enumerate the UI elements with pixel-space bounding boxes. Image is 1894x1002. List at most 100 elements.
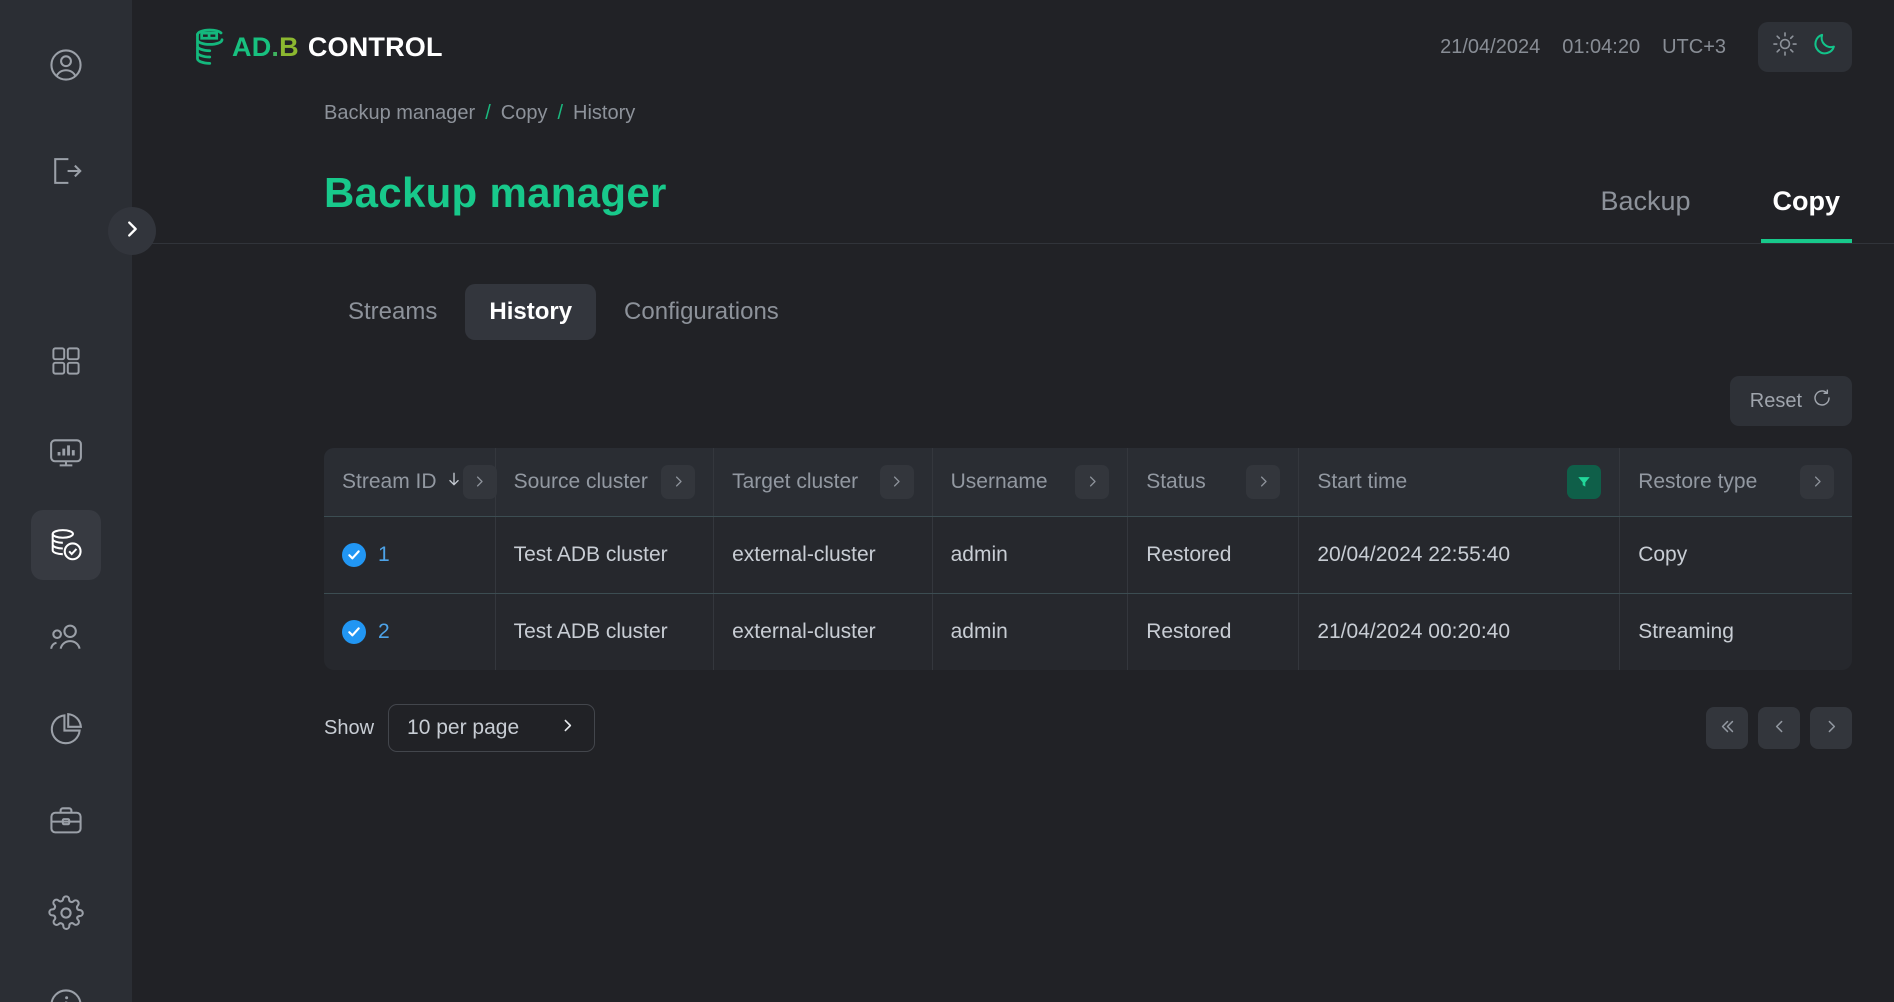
column-header-status[interactable]: Status xyxy=(1127,448,1300,517)
column-header-restore-type[interactable]: Restore type xyxy=(1619,448,1852,517)
chevron-right-icon xyxy=(1823,718,1840,738)
pie-chart-icon xyxy=(47,710,85,748)
column-header-username[interactable]: Username xyxy=(932,448,1129,517)
chevron-right-icon xyxy=(477,476,483,487)
tab-history[interactable]: History xyxy=(465,284,597,340)
main-area: AD.B CONTROL 21/04/2024 01:04:20 UTC+3 B… xyxy=(132,0,1894,1002)
info-icon xyxy=(47,986,85,1002)
tab-copy[interactable]: Copy xyxy=(1760,186,1852,243)
funnel-icon xyxy=(1578,476,1590,487)
sidebar-item-settings[interactable] xyxy=(31,878,101,948)
app-root: AD.B CONTROL 21/04/2024 01:04:20 UTC+3 B… xyxy=(0,0,1894,1002)
breadcrumb-item-0[interactable]: Backup manager xyxy=(324,102,475,125)
sidebar-item-reports[interactable] xyxy=(31,694,101,764)
monitor-chart-icon xyxy=(47,434,85,472)
cell-stream-id: 1 xyxy=(324,516,496,594)
column-filter-start-time[interactable] xyxy=(1567,464,1602,499)
refresh-ccw-icon xyxy=(1812,388,1832,414)
logo-text-dot: . xyxy=(271,31,280,62)
column-filter-target-cluster[interactable] xyxy=(879,464,914,499)
grid-icon xyxy=(48,343,84,379)
column-filter-stream-id[interactable] xyxy=(462,464,497,499)
logo-text-ad: AD xyxy=(232,31,272,62)
cell-source-cluster: Test ADB cluster xyxy=(495,516,715,594)
logout-icon xyxy=(47,152,85,190)
column-header-stream-id[interactable]: Stream ID xyxy=(324,448,497,517)
reset-button[interactable]: Reset xyxy=(1729,376,1852,426)
column-header-start-time[interactable]: Start time xyxy=(1298,448,1621,517)
column-filter-restore-type[interactable] xyxy=(1800,464,1834,499)
chevron-right-icon xyxy=(894,476,900,487)
sidebar-item-about[interactable] xyxy=(31,970,101,1002)
column-header-target-cluster[interactable]: Target cluster xyxy=(713,448,933,517)
sun-icon[interactable] xyxy=(1772,31,1798,63)
cell-target-cluster: external-cluster xyxy=(713,593,933,670)
current-time: 01:04:20 xyxy=(1562,35,1641,58)
table-row[interactable]: 1 Test ADB cluster external-cluster admi… xyxy=(324,516,1852,594)
column-filter-username[interactable] xyxy=(1075,464,1110,499)
check-circle-icon xyxy=(342,542,366,567)
sidebar-item-dashboard[interactable] xyxy=(31,326,101,396)
sidebar-item-logout[interactable] xyxy=(31,136,101,206)
table-row[interactable]: 2 Test ADB cluster external-cluster admi… xyxy=(324,593,1852,670)
sidebar-nav xyxy=(31,326,101,1002)
sidebar-item-jobs[interactable] xyxy=(31,786,101,856)
history-table-container: Stream ID Source cluster Target cluster … xyxy=(132,448,1894,670)
breadcrumb-item-1[interactable]: Copy xyxy=(501,102,548,125)
tab-backup[interactable]: Backup xyxy=(1588,186,1702,243)
theme-toggle[interactable] xyxy=(1758,22,1852,72)
prev-page-button[interactable] xyxy=(1758,707,1800,749)
table-head: Stream ID Source cluster Target cluster … xyxy=(324,448,1852,517)
table-header-row: Stream ID Source cluster Target cluster … xyxy=(324,448,1852,517)
current-date: 21/04/2024 xyxy=(1440,35,1541,58)
briefcase-icon xyxy=(47,802,85,840)
sidebar-item-backup-manager[interactable] xyxy=(31,510,101,580)
column-label: Status xyxy=(1146,469,1206,493)
page-title: Backup manager xyxy=(324,169,667,216)
column-label: Source cluster xyxy=(513,469,648,493)
pagination xyxy=(1706,707,1852,749)
chevron-right-icon xyxy=(675,476,682,487)
cell-start-time: 20/04/2024 22:55:40 xyxy=(1298,516,1621,594)
cell-start-time: 21/04/2024 00:20:40 xyxy=(1298,593,1621,670)
timezone-label: UTC+3 xyxy=(1662,35,1726,58)
arrow-down-icon[interactable] xyxy=(445,470,463,494)
sidebar-item-user-profile[interactable] xyxy=(31,30,101,100)
cell-username: admin xyxy=(932,516,1129,594)
chevron-left-icon xyxy=(1771,718,1788,738)
next-page-button[interactable] xyxy=(1810,707,1852,749)
chevron-right-icon xyxy=(121,218,143,245)
left-sidebar xyxy=(0,0,156,1002)
per-page-value: 10 per page xyxy=(407,716,520,739)
check-circle-icon xyxy=(342,619,366,644)
chevron-right-icon xyxy=(1814,476,1821,487)
sidebar-expand-button[interactable] xyxy=(108,207,156,255)
gear-icon xyxy=(47,894,85,932)
column-filter-source-cluster[interactable] xyxy=(661,464,696,499)
cell-username: admin xyxy=(932,593,1129,670)
tab-configurations[interactable]: Configurations xyxy=(600,284,803,340)
tab-streams[interactable]: Streams xyxy=(324,284,461,340)
column-label: Stream ID xyxy=(342,469,437,493)
history-table: Stream ID Source cluster Target cluster … xyxy=(324,448,1852,670)
chevrons-left-icon xyxy=(1719,718,1736,738)
table-toolbar: Reset xyxy=(132,376,1894,426)
sidebar-item-monitoring[interactable] xyxy=(31,418,101,488)
cell-target-cluster: external-cluster xyxy=(713,516,933,594)
sidebar-item-users[interactable] xyxy=(31,602,101,672)
stream-id-link[interactable]: 1 xyxy=(378,543,390,567)
database-check-icon xyxy=(47,526,85,564)
stream-id-link[interactable]: 2 xyxy=(378,620,390,644)
breadcrumb: Backup manager / Copy / History xyxy=(132,102,1894,125)
table-footer: Show 10 per page xyxy=(132,704,1894,752)
column-label: Start time xyxy=(1317,469,1408,493)
top-bar: AD.B CONTROL 21/04/2024 01:04:20 UTC+3 xyxy=(132,0,1894,94)
page-top-tabs: Backup Copy xyxy=(1588,186,1852,243)
moon-icon[interactable] xyxy=(1812,31,1838,63)
column-label: Target cluster xyxy=(732,469,859,493)
column-header-source-cluster[interactable]: Source cluster xyxy=(495,448,715,517)
first-page-button[interactable] xyxy=(1706,707,1748,749)
app-logo[interactable]: AD.B CONTROL xyxy=(192,26,443,68)
per-page-select[interactable]: 10 per page xyxy=(388,704,596,752)
column-filter-status[interactable] xyxy=(1246,464,1281,499)
